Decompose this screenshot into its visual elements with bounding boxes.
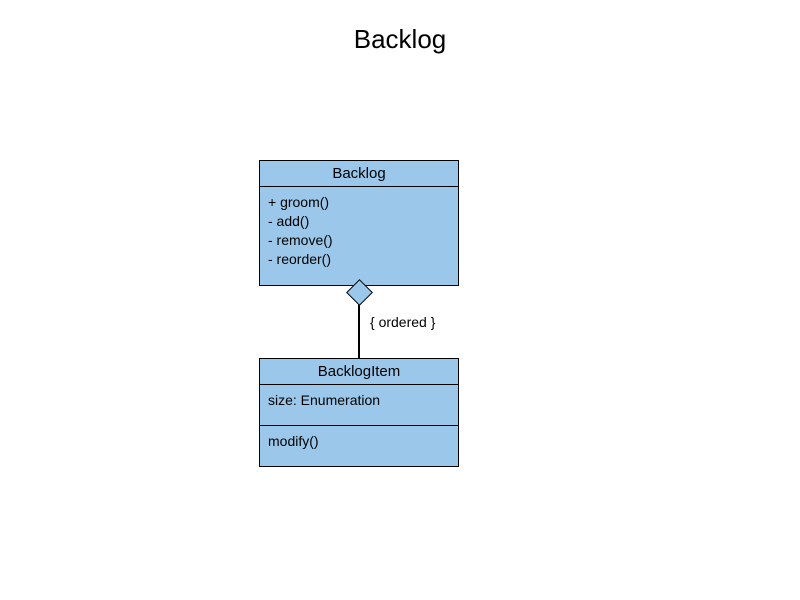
operation: - remove() (268, 231, 450, 250)
class-backlog: Backlog + groom() - add() - remove() - r… (259, 160, 459, 286)
diamond-shape (346, 279, 373, 306)
class-backlogitem-attributes: size: Enumeration (260, 385, 458, 426)
operation: - add() (268, 212, 450, 231)
aggregation-diamond-icon (347, 280, 371, 304)
class-backlogitem-name: BacklogItem (260, 359, 458, 385)
diagram-title: Backlog (0, 24, 800, 55)
class-backlogitem: BacklogItem size: Enumeration modify() (259, 358, 459, 467)
class-backlog-name: Backlog (260, 161, 458, 187)
operation: + groom() (268, 193, 450, 212)
attribute: size: Enumeration (268, 391, 450, 410)
operation: - reorder() (268, 250, 450, 269)
class-backlogitem-operations: modify() (260, 426, 458, 466)
operation: modify() (268, 432, 450, 451)
connector-constraint-label: { ordered } (370, 314, 435, 330)
class-backlog-operations: + groom() - add() - remove() - reorder() (260, 187, 458, 285)
